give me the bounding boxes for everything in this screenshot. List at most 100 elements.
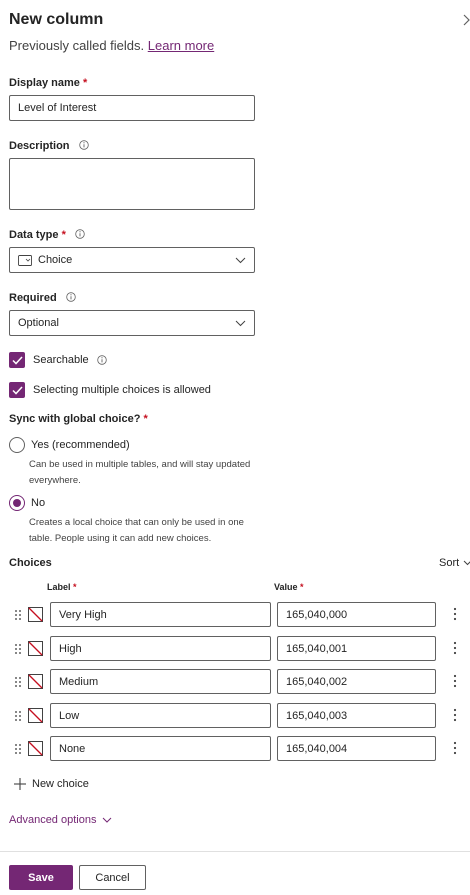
data-type-label-text: Data type	[9, 229, 59, 241]
new-choice-button[interactable]: New choice	[14, 778, 89, 790]
choice-icon	[18, 254, 32, 266]
drag-handle-icon[interactable]	[14, 743, 22, 755]
chevron-down-icon	[235, 257, 246, 263]
drag-handle-icon[interactable]	[14, 676, 22, 688]
no-color-icon[interactable]	[28, 674, 43, 689]
sync-no-description: Creates a local choice that can only be …	[29, 515, 244, 547]
panel-subtitle: Previously called fields. Learn more	[9, 38, 214, 53]
required-mark: *	[143, 413, 148, 425]
choice-row: None 165,040,004	[0, 736, 470, 761]
footer-divider	[0, 851, 470, 852]
sync-yes-label: Yes (recommended)	[31, 439, 130, 451]
sync-yes-desc-line: Can be used in multiple tables, and will…	[29, 459, 251, 470]
chevron-down-icon	[235, 320, 246, 326]
sync-no-option[interactable]: No	[9, 495, 45, 511]
description-label-text: Description	[9, 140, 70, 152]
info-icon[interactable]	[75, 229, 85, 239]
sync-yes-desc-line: everywhere.	[29, 475, 81, 486]
data-type-value: Choice	[38, 254, 73, 266]
choice-value-input[interactable]: 165,040,001	[277, 636, 436, 661]
required-mark: *	[73, 582, 77, 592]
advanced-options-label: Advanced options	[9, 814, 97, 826]
choice-row: Medium 165,040,002	[0, 669, 470, 694]
sync-no-radio[interactable]	[9, 495, 25, 511]
description-label: Description	[9, 140, 89, 152]
required-label-text: Required	[9, 292, 57, 304]
save-button[interactable]: Save	[9, 865, 73, 890]
panel-title: New column	[9, 11, 104, 28]
sync-no-label: No	[31, 497, 46, 509]
sort-button[interactable]: Sort	[439, 557, 470, 569]
searchable-label: Searchable	[33, 354, 89, 366]
more-options-icon[interactable]	[453, 708, 457, 722]
required-label: Required	[9, 292, 76, 304]
choice-row: Low 165,040,003	[0, 703, 470, 728]
checkmark-icon	[11, 385, 23, 395]
no-color-icon[interactable]	[28, 708, 43, 723]
more-options-icon[interactable]	[453, 641, 457, 655]
required-mark: *	[82, 77, 88, 89]
chevron-right-icon[interactable]	[461, 12, 470, 28]
choice-label-input[interactable]: High	[50, 636, 271, 661]
choice-value-input[interactable]: 165,040,000	[277, 602, 436, 627]
choice-label-input[interactable]: Medium	[50, 669, 271, 694]
required-mark: *	[61, 229, 66, 241]
value-column-header: Value *	[274, 582, 304, 592]
sync-yes-description: Can be used in multiple tables, and will…	[29, 457, 250, 489]
label-column-header: Label *	[47, 582, 77, 592]
chevron-down-icon	[463, 560, 470, 566]
multiple-choices-checkbox[interactable]	[9, 382, 25, 398]
sync-yes-radio[interactable]	[9, 437, 25, 453]
info-icon[interactable]	[66, 292, 76, 302]
sync-label: Sync with global choice? *	[9, 413, 148, 425]
description-textarea[interactable]	[9, 158, 255, 210]
choice-row: High 165,040,001	[0, 636, 470, 661]
sort-label: Sort	[439, 557, 460, 569]
more-options-icon[interactable]	[453, 607, 457, 621]
sync-no-desc-line: table. People using it can add new choic…	[29, 533, 212, 544]
more-options-icon[interactable]	[453, 674, 457, 688]
info-icon[interactable]	[78, 140, 89, 150]
choice-row: Very High 165,040,000	[0, 602, 470, 627]
choice-value-input[interactable]: 165,040,002	[277, 669, 436, 694]
checkmark-icon	[11, 355, 23, 365]
label-header-text: Label	[47, 582, 71, 592]
searchable-checkbox[interactable]	[9, 352, 25, 368]
plus-icon	[14, 778, 26, 790]
new-choice-label: New choice	[32, 778, 89, 790]
drag-handle-icon[interactable]	[14, 710, 22, 722]
no-color-icon[interactable]	[28, 607, 43, 622]
subtitle-text: Previously called fields.	[9, 38, 145, 53]
display-name-label: Display name *	[9, 77, 87, 89]
choice-label-input[interactable]: None	[50, 736, 271, 761]
choice-value-input[interactable]: 165,040,003	[277, 703, 436, 728]
cancel-button[interactable]: Cancel	[79, 865, 146, 890]
learn-more-link[interactable]: Learn more	[148, 38, 214, 53]
sync-no-desc-line: Creates a local choice that can only be …	[29, 517, 244, 528]
searchable-row: Searchable	[9, 352, 107, 368]
required-dropdown[interactable]: Optional	[9, 310, 255, 336]
drag-handle-icon[interactable]	[14, 609, 22, 621]
advanced-options-toggle[interactable]: Advanced options	[9, 814, 112, 826]
choices-title: Choices	[9, 557, 52, 569]
choice-label-input[interactable]: Very High	[50, 602, 271, 627]
display-name-input[interactable]: Level of Interest	[9, 95, 255, 121]
multiple-choices-label: Selecting multiple choices is allowed	[33, 384, 211, 396]
no-color-icon[interactable]	[28, 641, 43, 656]
required-value: Optional	[18, 317, 59, 329]
sync-label-text: Sync with global choice?	[9, 413, 141, 425]
choice-label-input[interactable]: Low	[50, 703, 271, 728]
display-name-label-text: Display name	[9, 77, 80, 89]
multiple-choices-row: Selecting multiple choices is allowed	[9, 382, 211, 398]
data-type-dropdown[interactable]: Choice	[9, 247, 255, 273]
sync-yes-option[interactable]: Yes (recommended)	[9, 437, 130, 453]
drag-handle-icon[interactable]	[14, 643, 22, 655]
required-mark: *	[300, 582, 304, 592]
data-type-label: Data type *	[9, 229, 85, 241]
more-options-icon[interactable]	[453, 741, 457, 755]
value-header-text: Value	[274, 582, 298, 592]
no-color-icon[interactable]	[28, 741, 43, 756]
chevron-down-icon	[103, 817, 112, 823]
choice-value-input[interactable]: 165,040,004	[277, 736, 436, 761]
info-icon[interactable]	[96, 355, 107, 365]
